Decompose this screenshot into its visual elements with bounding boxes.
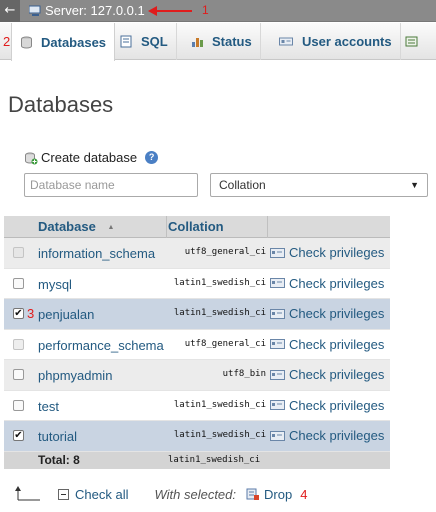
check-privileges-link[interactable]: Check privileges bbox=[270, 367, 384, 382]
database-name-link[interactable]: mysql bbox=[38, 277, 72, 292]
bulk-actions-bar: Check all With selected: Drop 4 bbox=[14, 486, 307, 502]
row-checkbox[interactable] bbox=[13, 369, 24, 380]
collation-select[interactable]: Collation ▼ bbox=[210, 173, 428, 197]
drop-button[interactable]: Drop bbox=[264, 487, 292, 502]
table-row[interactable]: phpmyadmin utf8_bin Check privileges bbox=[4, 360, 390, 391]
row-collation: latin1_swedish_ci bbox=[173, 308, 266, 318]
header-divider bbox=[267, 216, 268, 238]
sort-ascending-icon: ▲ bbox=[107, 224, 115, 232]
privileges-icon bbox=[270, 400, 285, 410]
table-row[interactable]: ✔ tutorial latin1_swedish_ci Check privi… bbox=[4, 421, 390, 452]
privileges-icon bbox=[270, 339, 285, 349]
privileges-icon bbox=[270, 247, 285, 258]
tab-databases[interactable]: Databases bbox=[11, 23, 116, 61]
row-collation: latin1_swedish_ci bbox=[173, 277, 266, 288]
header-divider bbox=[166, 216, 167, 238]
column-header-collation: Collation bbox=[168, 219, 224, 234]
tab-user-accounts[interactable]: User accounts bbox=[270, 23, 401, 60]
create-database-heading: Create database ? bbox=[24, 150, 159, 165]
database-name-link[interactable]: test bbox=[38, 399, 59, 414]
tab-label: Databases bbox=[41, 34, 107, 50]
annotation-2: 2 bbox=[3, 34, 11, 49]
database-name-link[interactable]: information_schema bbox=[38, 246, 155, 261]
databases-icon bbox=[21, 36, 32, 48]
total-collation: latin1_swedish_ci bbox=[168, 454, 261, 465]
total-count: Total: 8 bbox=[38, 452, 80, 467]
table-row[interactable]: information_schema utf8_general_ci Check… bbox=[4, 238, 390, 269]
user-accounts-icon bbox=[279, 37, 293, 46]
row-collation: latin1_swedish_ci bbox=[173, 399, 266, 410]
row-collation: utf8_bin bbox=[222, 369, 266, 379]
privileges-icon bbox=[270, 430, 285, 441]
tab-more[interactable] bbox=[397, 23, 434, 60]
privileges-icon bbox=[270, 278, 285, 288]
annotation-3: 3 bbox=[27, 306, 35, 321]
collation-select-value: Collation bbox=[219, 178, 266, 192]
create-database-label: Create database bbox=[41, 150, 138, 165]
page-title: Databases bbox=[8, 92, 114, 117]
status-icon bbox=[192, 38, 203, 47]
with-selected-label: With selected: bbox=[154, 486, 236, 502]
database-name-link[interactable]: performance_schema bbox=[38, 338, 164, 353]
help-icon[interactable]: ? bbox=[145, 151, 159, 164]
table-row[interactable]: performance_schema utf8_general_ci Check… bbox=[4, 329, 390, 360]
server-icon bbox=[29, 5, 41, 16]
back-arrow-icon[interactable]: ← bbox=[0, 0, 20, 22]
privileges-icon bbox=[270, 369, 285, 380]
database-name-input[interactable]: Database name bbox=[24, 173, 198, 197]
tab-label: User accounts bbox=[302, 34, 392, 49]
dropdown-arrow-icon: ▼ bbox=[410, 180, 419, 190]
top-bar: ← Server: 127.0.0.1 1 bbox=[0, 0, 436, 22]
databases-table: Database ▲ Collation information_schema … bbox=[4, 216, 390, 469]
check-privileges-link[interactable]: Check privileges bbox=[270, 398, 384, 413]
row-checkbox[interactable]: ✔ bbox=[13, 430, 24, 441]
privileges-icon bbox=[270, 308, 285, 319]
row-collation: latin1_swedish_ci bbox=[173, 430, 266, 440]
table-row[interactable]: test latin1_swedish_ci Check privileges bbox=[4, 390, 390, 421]
database-name-link[interactable]: penjualan bbox=[38, 307, 94, 322]
column-header-database[interactable]: Database ▲ bbox=[38, 219, 114, 234]
row-checkbox[interactable] bbox=[13, 399, 24, 411]
tab-label: SQL bbox=[141, 34, 168, 49]
server-breadcrumb[interactable]: Server: 127.0.0.1 bbox=[45, 3, 145, 18]
check-all-link[interactable]: Check all bbox=[75, 487, 128, 502]
table-row[interactable]: mysql latin1_swedish_ci Check privileges bbox=[4, 268, 390, 299]
create-database-icon bbox=[25, 152, 38, 164]
row-checkbox[interactable] bbox=[13, 277, 24, 289]
tab-status[interactable]: Status bbox=[183, 23, 261, 60]
export-icon bbox=[405, 36, 418, 47]
check-all-checkbox[interactable] bbox=[58, 488, 69, 500]
row-checkbox[interactable]: ✔ bbox=[13, 308, 24, 319]
tab-sql[interactable]: SQL bbox=[112, 23, 177, 60]
database-name-link[interactable]: phpmyadmin bbox=[38, 368, 112, 383]
select-arrow-icon bbox=[15, 486, 40, 501]
table-header: Database ▲ Collation bbox=[4, 216, 390, 238]
check-privileges-link[interactable]: Check privileges bbox=[270, 306, 384, 321]
row-collation: utf8_general_ci bbox=[184, 338, 266, 349]
row-checkbox[interactable] bbox=[13, 247, 24, 258]
annotation-arrow-icon bbox=[148, 6, 192, 16]
drop-icon bbox=[246, 488, 259, 500]
tab-bar: 2 Databases SQL Status User accounts bbox=[0, 23, 436, 61]
table-row[interactable]: ✔ 3 penjualan latin1_swedish_ci Check pr… bbox=[4, 299, 390, 330]
check-privileges-link[interactable]: Check privileges bbox=[270, 245, 384, 260]
table-total-row: Total: 8 latin1_swedish_ci bbox=[4, 451, 390, 469]
row-collation: utf8_general_ci bbox=[184, 247, 266, 257]
check-privileges-link[interactable]: Check privileges bbox=[270, 428, 384, 443]
check-privileges-link[interactable]: Check privileges bbox=[270, 337, 384, 352]
tab-label: Status bbox=[212, 34, 252, 49]
annotation-1: 1 bbox=[202, 3, 209, 17]
annotation-4: 4 bbox=[300, 486, 308, 502]
database-name-link[interactable]: tutorial bbox=[38, 429, 77, 444]
row-checkbox[interactable] bbox=[13, 338, 24, 350]
sql-icon bbox=[120, 35, 132, 48]
check-privileges-link[interactable]: Check privileges bbox=[270, 276, 384, 291]
